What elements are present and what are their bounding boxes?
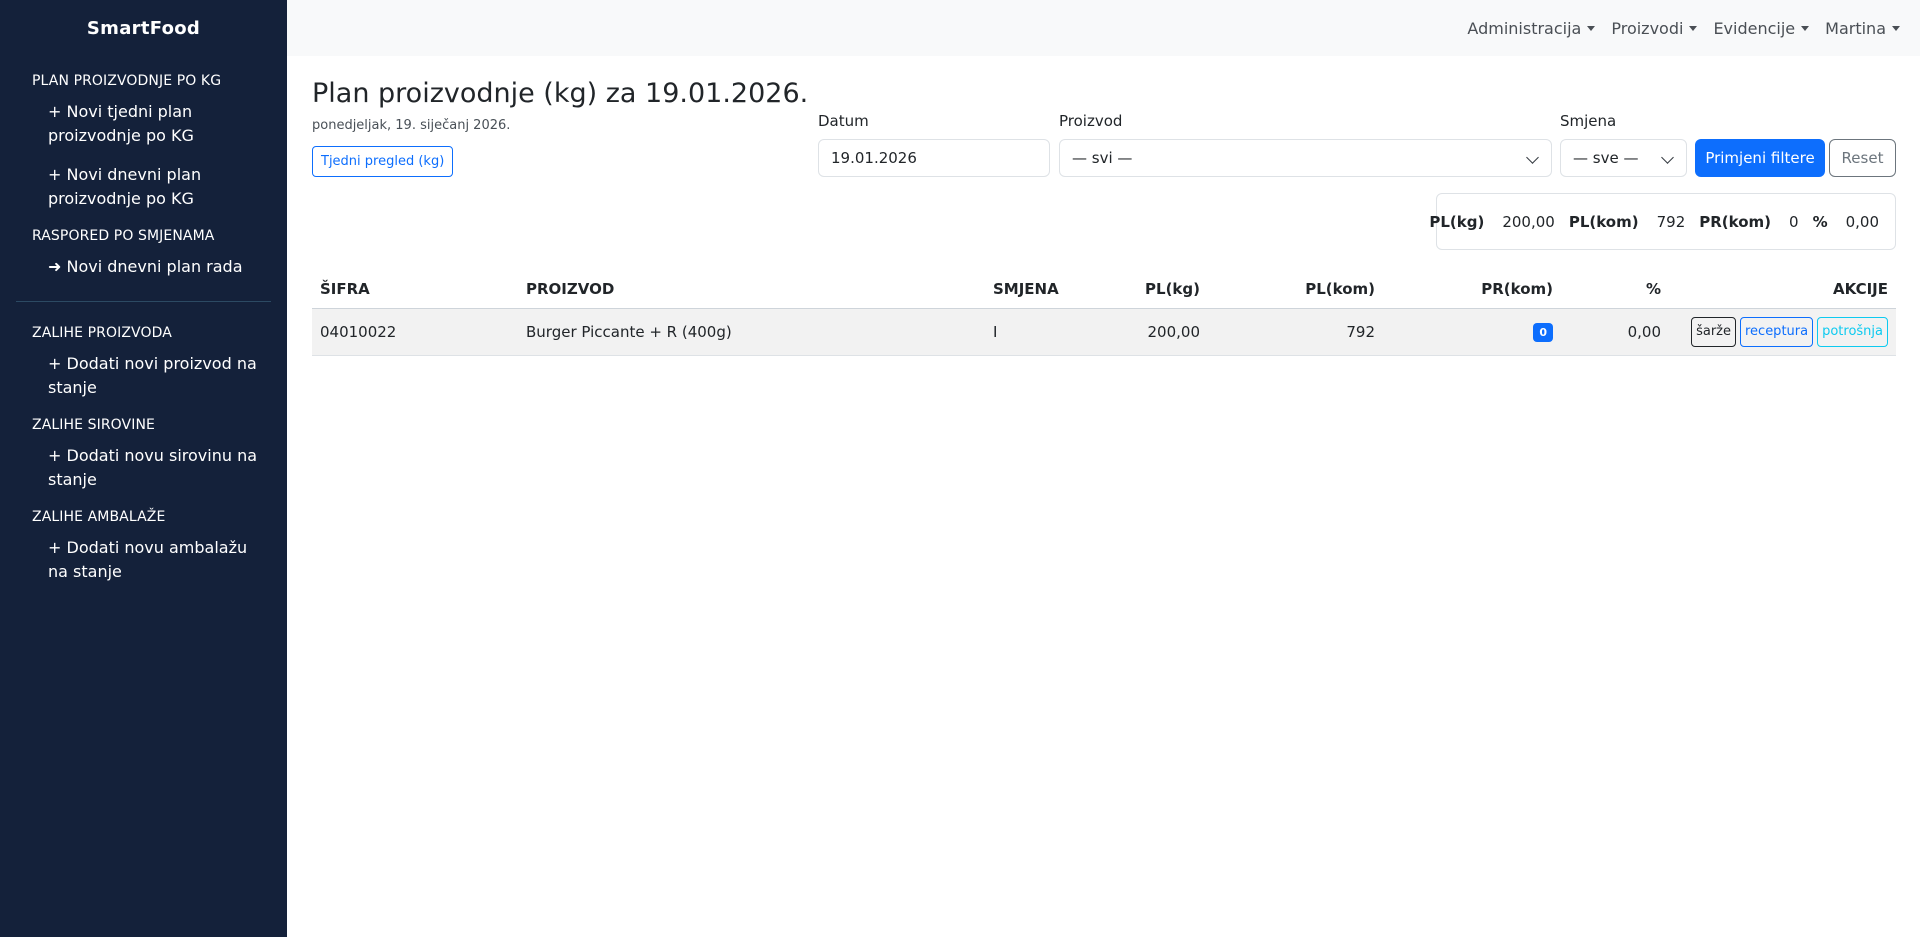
nav-proizvodi[interactable]: Proizvodi	[1611, 18, 1698, 38]
product-label: Proizvod	[1059, 112, 1123, 130]
table-header-row: ŠIFRA PROIZVOD SMJENA PL(kg) PL(kom) PR(…	[312, 270, 1896, 309]
summary-box: PL(kg) 200,00 PL(kom) 792 PR(kom) 0 % 0,…	[1429, 193, 1896, 250]
shift-select[interactable]: — sve —	[1560, 139, 1687, 177]
caret-down-icon	[1801, 25, 1810, 31]
sidebar-section-raw-material-stock: ZALIHE SIROVINE	[32, 417, 155, 433]
sidebar-item-add-packaging[interactable]: + Dodati novu ambalažu na stanje	[0, 525, 287, 584]
caret-down-icon	[1892, 25, 1900, 31]
recipe-button[interactable]: receptura	[1739, 316, 1814, 347]
sidebar-section-plan-kg: PLAN PROIZVODNJE PO KG	[32, 73, 222, 89]
batches-button[interactable]: šarže	[1691, 316, 1736, 347]
weekly-overview-button[interactable]: Tjedni pregled (kg)	[312, 146, 454, 177]
summary-pl-kg-value: 200,00	[1502, 212, 1555, 231]
summary-pct-label: %	[1812, 212, 1828, 231]
nav-administracija-label: Administracija	[1467, 18, 1582, 38]
col-header-smjena: SMJENA	[985, 270, 1100, 309]
sidebar-item-new-weekly-plan[interactable]: + Novi tjedni plan proizvodnje po KG	[0, 89, 287, 148]
product-select-value: — svi —	[1072, 149, 1133, 167]
chevron-down-icon	[1526, 151, 1539, 164]
top-navbar: Administracija Proizvodi Evidencije Mart…	[287, 0, 1920, 56]
cell-pl-kom: 792	[1208, 308, 1383, 356]
summary-pr-kom-value: 0	[1789, 212, 1799, 231]
cell-akcije: šarže receptura potrošnja	[1669, 308, 1896, 356]
caret-down-icon	[1587, 25, 1596, 31]
nav-user-label: Martina	[1825, 18, 1886, 38]
nav-evidencije[interactable]: Evidencije	[1713, 18, 1810, 38]
cell-sifra: 04010022	[312, 308, 518, 356]
production-plan-table: ŠIFRA PROIZVOD SMJENA PL(kg) PL(kom) PR(…	[312, 270, 1896, 356]
reset-button[interactable]: Reset	[1829, 139, 1896, 177]
cell-proizvod: Burger Piccante + R (400g)	[518, 308, 985, 356]
summary-pl-kom-value: 792	[1656, 212, 1686, 231]
product-select[interactable]: — svi —	[1059, 139, 1552, 177]
nav-user-menu[interactable]: Martina	[1825, 19, 1900, 38]
pr-kom-badge[interactable]: 0	[1533, 322, 1553, 342]
col-header-pr-kom: PR(kom)	[1383, 270, 1561, 309]
nav-evidencije-label: Evidencije	[1713, 18, 1796, 38]
sidebar-section-product-stock: ZALIHE PROIZVODA	[32, 325, 172, 341]
shift-label: Smjena	[1560, 112, 1617, 130]
date-input[interactable]: 19.01.2026	[818, 139, 1050, 177]
chevron-down-icon	[1661, 151, 1674, 164]
sidebar-item-new-daily-plan[interactable]: + Novi dnevni plan proizvodnje po KG	[0, 148, 287, 211]
col-header-akcije: AKCIJE	[1669, 270, 1896, 309]
sidebar-item-add-product-stock[interactable]: + Dodati novi proizvod na stanje	[0, 341, 287, 400]
cell-pct: 0,00	[1561, 308, 1669, 356]
sidebar-divider	[16, 301, 271, 302]
col-header-pl-kg: PL(kg)	[1100, 270, 1208, 309]
nav-proizvodi-label: Proizvodi	[1611, 18, 1684, 38]
consumption-button[interactable]: potrošnja	[1817, 316, 1888, 347]
col-header-pct: %	[1561, 270, 1669, 309]
sidebar-section-shifts: RASPORED PO SMJENAMA	[32, 228, 215, 244]
apply-filters-button[interactable]: Primjeni filtere	[1695, 139, 1825, 177]
sidebar-section-packaging-stock: ZALIHE AMBALAŽE	[32, 509, 166, 525]
page-subtitle: ponedjeljak, 19. siječanj 2026.	[312, 118, 511, 133]
summary-pl-kom-label: PL(kom)	[1568, 212, 1639, 231]
sidebar-item-new-daily-work-plan[interactable]: ➜ Novi dnevni plan rada	[0, 244, 287, 279]
brand-logo[interactable]: SmartFood	[0, 0, 287, 56]
summary-pct-value: 0,00	[1845, 212, 1879, 231]
nav-administracija[interactable]: Administracija	[1467, 18, 1596, 38]
cell-pr-kom: 0	[1383, 308, 1561, 356]
page-title: Plan proizvodnje (kg) za 19.01.2026.	[312, 78, 809, 109]
summary-pl-kg-label: PL(kg)	[1429, 212, 1485, 231]
col-header-sifra: ŠIFRA	[312, 270, 518, 309]
table-row: 04010022 Burger Piccante + R (400g) I 20…	[312, 308, 1896, 356]
cell-pl-kg: 200,00	[1100, 308, 1208, 356]
sidebar: SmartFood PLAN PROIZVODNJE PO KG + Novi …	[0, 0, 287, 937]
sidebar-item-add-raw-material[interactable]: + Dodati novu sirovinu na stanje	[0, 433, 287, 492]
caret-down-icon	[1689, 25, 1698, 31]
cell-smjena: I	[985, 308, 1100, 356]
summary-pr-kom-label: PR(kom)	[1699, 212, 1772, 231]
col-header-pl-kom: PL(kom)	[1208, 270, 1383, 309]
date-label: Datum	[818, 112, 869, 130]
col-header-proizvod: PROIZVOD	[518, 270, 985, 309]
shift-select-value: — sve —	[1573, 149, 1639, 167]
date-input-value: 19.01.2026	[831, 149, 917, 167]
